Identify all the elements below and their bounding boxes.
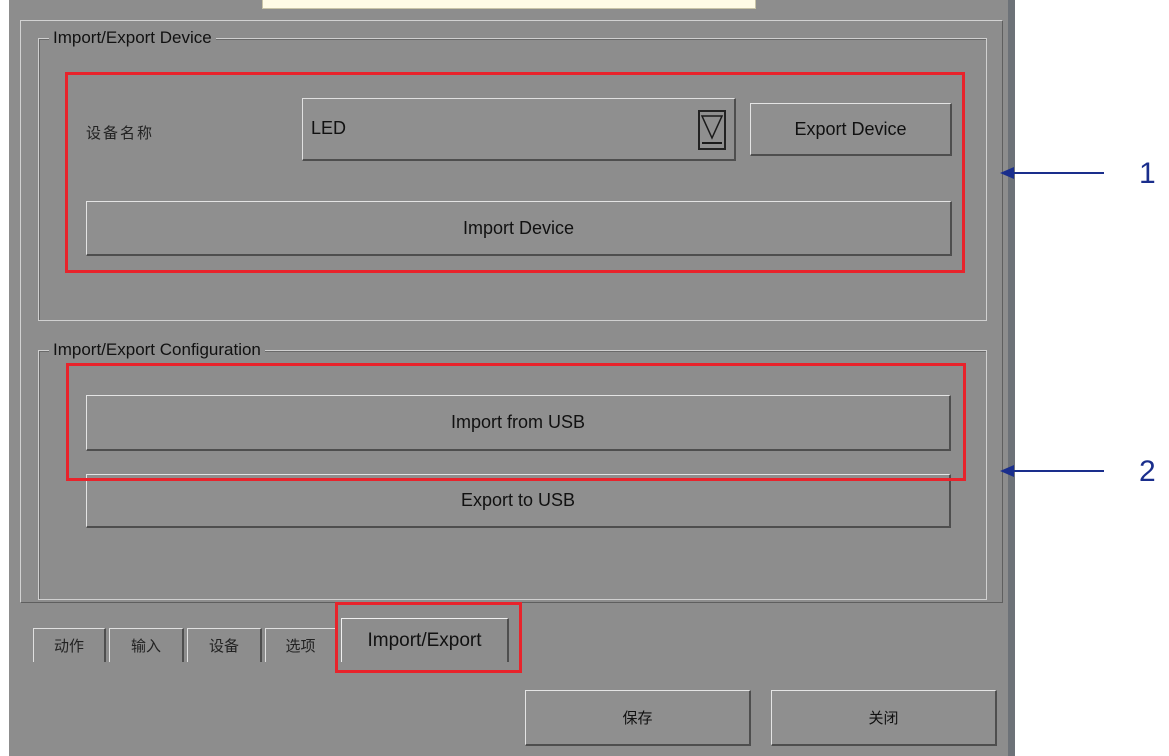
device-group-title: Import/Export Device bbox=[49, 28, 216, 48]
tab-device[interactable]: 设备 bbox=[187, 628, 262, 662]
tab-actions[interactable]: 动作 bbox=[33, 628, 106, 662]
device-select-value: LED bbox=[311, 118, 347, 138]
save-button[interactable]: 保存 bbox=[525, 690, 751, 746]
annotation-number-2: 2 bbox=[1139, 455, 1156, 488]
arrow-left-icon bbox=[1000, 167, 1104, 179]
annotation-number-1: 1 bbox=[1139, 157, 1156, 190]
tab-import-export[interactable]: Import/Export bbox=[341, 618, 509, 662]
import-from-usb-button[interactable]: Import from USB bbox=[86, 395, 951, 451]
window-right-edge bbox=[1008, 0, 1015, 756]
config-group-title: Import/Export Configuration bbox=[49, 340, 265, 360]
dialog-window: Import/Export Device 设备名称 LED Export Dev… bbox=[0, 0, 1015, 756]
export-device-button[interactable]: Export Device bbox=[750, 103, 952, 156]
dropdown-arrow-icon[interactable] bbox=[698, 110, 726, 150]
device-name-select[interactable]: LED bbox=[302, 98, 736, 161]
top-strip bbox=[262, 0, 756, 9]
tab-input[interactable]: 输入 bbox=[109, 628, 184, 662]
arrow-left-icon bbox=[1000, 465, 1104, 477]
export-to-usb-button[interactable]: Export to USB bbox=[86, 474, 951, 528]
tab-options[interactable]: 选项 bbox=[265, 628, 337, 662]
import-device-button[interactable]: Import Device bbox=[86, 201, 952, 256]
import-export-device-group: Import/Export Device bbox=[38, 28, 987, 321]
close-button[interactable]: 关闭 bbox=[771, 690, 997, 746]
device-name-label: 设备名称 bbox=[86, 124, 155, 142]
